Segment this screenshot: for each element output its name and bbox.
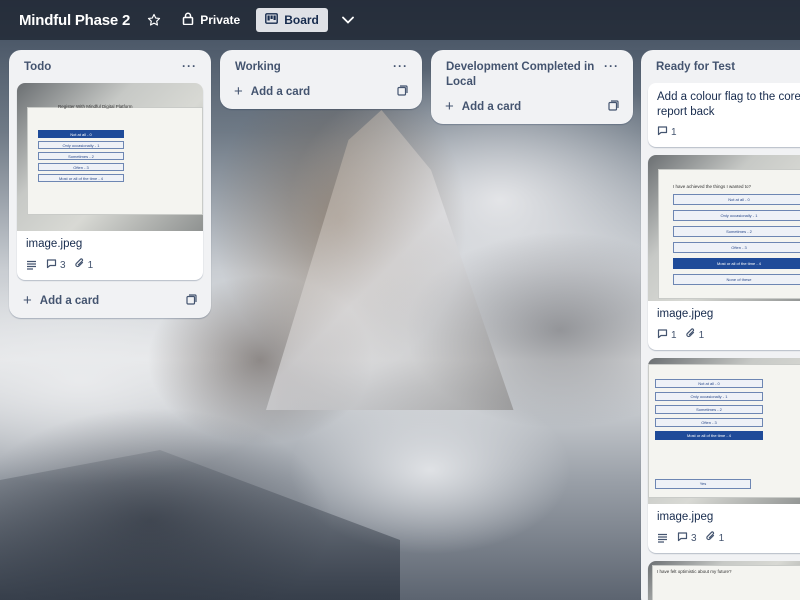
board-title[interactable]: Mindful Phase 2 (19, 12, 130, 29)
add-card-row: + Add a card (17, 288, 203, 318)
form-option: Not at all - 0 (655, 379, 763, 388)
form-option: Sometimes - 2 (38, 152, 124, 160)
form-option: None of these (673, 274, 800, 285)
board-header: Mindful Phase 2 Private Board (0, 0, 800, 40)
card-cover-image: Not at all - 0 Only occasionally - 1 Som… (648, 358, 800, 504)
board-icon (265, 13, 279, 27)
comment-count: 3 (691, 532, 697, 544)
list-title[interactable]: Development Completed in Local (446, 60, 596, 90)
form-option: Most or all of the time - 4 (673, 258, 800, 269)
form-option: Only occasionally - 1 (673, 210, 800, 221)
attachment-count: 1 (87, 259, 94, 271)
form-photo: Not at all - 0 Only occasionally - 1 Som… (648, 364, 800, 498)
comment-count: 1 (671, 329, 677, 341)
lock-icon (182, 12, 194, 28)
add-card-button[interactable]: + Add a card (23, 292, 100, 309)
comments-badge: 3 (46, 258, 66, 272)
card[interactable]: I have felt optimistic about my future? (648, 561, 800, 600)
template-icon[interactable] (397, 85, 408, 99)
more-icon[interactable]: ··· (182, 60, 197, 72)
add-card-label: Add a card (461, 101, 522, 113)
attachment-icon (705, 531, 716, 545)
card-cover-image: Register With Mindful Digital Platform N… (17, 83, 203, 231)
list-ready-for-test: Ready for Test Add a colour flag to the … (641, 50, 800, 600)
form-photo: Register With Mindful Digital Platform N… (27, 104, 203, 215)
description-icon (657, 533, 668, 543)
list-working: Working ··· + Add a card (220, 50, 422, 109)
visibility-button[interactable]: Private (176, 7, 246, 33)
comments-badge: 1 (657, 126, 677, 139)
comment-icon (677, 531, 688, 545)
comment-icon (657, 328, 668, 342)
card-title: Add a colour flag to the core 10 report … (657, 91, 800, 118)
attachments-badge: 1 (74, 258, 94, 272)
template-icon[interactable] (186, 294, 197, 308)
card-cover-image: I have felt optimistic about my future? (648, 561, 800, 600)
form-option: Yes (655, 479, 751, 489)
form-option: Not at all - 0 (673, 194, 800, 205)
add-card-label: Add a card (39, 295, 100, 307)
board-view-button[interactable]: Board (256, 8, 328, 32)
form-heading: I have achieved the things I wanted to? (673, 184, 752, 189)
card-cover-image: I have achieved the things I wanted to? … (648, 155, 800, 301)
more-icon[interactable]: ··· (393, 60, 408, 72)
comments-badge: 3 (677, 531, 697, 545)
star-icon[interactable] (144, 10, 164, 30)
list-title[interactable]: Ready for Test (656, 60, 735, 75)
add-card-row: + Add a card (439, 98, 625, 124)
form-option: Often - 3 (673, 242, 800, 253)
attachments-badge: 1 (685, 328, 705, 342)
form-option: Sometimes - 2 (655, 405, 763, 414)
comment-icon (657, 126, 668, 139)
form-photo: I have achieved the things I wanted to? … (658, 169, 800, 299)
board-view-label: Board (284, 13, 319, 27)
list-title[interactable]: Working (235, 60, 281, 75)
form-option: Not at all - 0 (38, 130, 124, 138)
chevron-down-icon[interactable] (338, 10, 358, 30)
card-title: image.jpeg (657, 308, 714, 320)
form-option: Most or all of the time - 4 (38, 174, 124, 182)
add-card-button[interactable]: + Add a card (445, 98, 522, 115)
form-option: Most or all of the time - 4 (655, 431, 763, 440)
form-option: Only occasionally - 1 (655, 392, 763, 401)
plus-icon: + (23, 292, 32, 309)
card[interactable]: I have achieved the things I wanted to? … (648, 155, 800, 350)
attachment-icon (685, 328, 696, 342)
form-option: Sometimes - 2 (673, 226, 800, 237)
attachment-icon (74, 258, 85, 272)
card[interactable]: Register With Mindful Digital Platform N… (17, 83, 203, 280)
attachment-count: 1 (718, 532, 725, 544)
form-option: Only occasionally - 1 (38, 141, 124, 149)
attachments-badge: 1 (705, 531, 725, 545)
comments-badge: 1 (657, 328, 677, 342)
add-card-label: Add a card (250, 86, 311, 98)
template-icon[interactable] (608, 100, 619, 114)
plus-icon: + (445, 98, 454, 115)
add-card-row: + Add a card (228, 83, 414, 109)
card-title: image.jpeg (657, 511, 714, 523)
form-heading: Register With Mindful Digital Platform (58, 104, 133, 109)
add-card-button[interactable]: + Add a card (234, 83, 311, 100)
visibility-label: Private (200, 13, 241, 27)
list-development-completed: Development Completed in Local ··· + Add… (431, 50, 633, 124)
plus-icon: + (234, 83, 243, 100)
comment-count: 1 (671, 127, 677, 138)
form-option: Often - 3 (38, 163, 124, 171)
form-option: Often - 3 (655, 418, 763, 427)
description-icon (26, 260, 37, 270)
form-heading: I have felt optimistic about my future? (657, 569, 732, 574)
card[interactable]: Add a colour flag to the core 10 report … (648, 83, 800, 147)
card[interactable]: Not at all - 0 Only occasionally - 1 Som… (648, 358, 800, 553)
list-todo: Todo ··· Register With Mindful Digital P… (9, 50, 211, 318)
attachment-count: 1 (698, 329, 705, 341)
more-icon[interactable]: ··· (604, 60, 619, 72)
card-title: image.jpeg (26, 238, 83, 250)
list-title[interactable]: Todo (24, 60, 51, 75)
comment-icon (46, 258, 57, 272)
comment-count: 3 (60, 259, 66, 271)
form-photo: I have felt optimistic about my future? (652, 565, 800, 600)
